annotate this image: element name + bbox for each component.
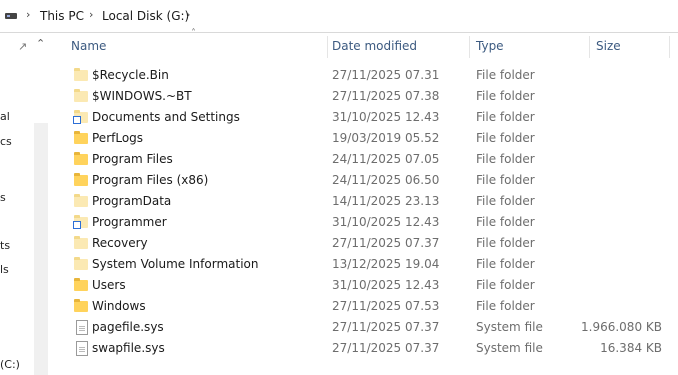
system-file-icon (74, 320, 88, 335)
chevron-right-icon[interactable]: › (186, 8, 190, 21)
file-size: 16.384 KB (600, 341, 662, 355)
chevron-right-icon[interactable]: › (26, 8, 30, 21)
file-type: File folder (476, 110, 535, 124)
table-row[interactable]: Programmer 31/10/2025 12.43 File folder (66, 212, 678, 233)
file-type: File folder (476, 89, 535, 103)
folder-pale-icon (74, 236, 88, 250)
nav-item-drive-c[interactable]: (C:) (0, 358, 20, 371)
file-type: File folder (476, 215, 535, 229)
column-header-date[interactable]: Date modified (328, 33, 468, 59)
date-modified: 27/11/2025 07.37 (332, 320, 440, 334)
table-row[interactable]: Users 31/10/2025 12.43 File folder (66, 275, 678, 296)
column-header-type[interactable]: Type (470, 33, 588, 59)
column-label: Date modified (332, 39, 418, 53)
file-name: Program Files (92, 152, 173, 166)
date-modified: 31/10/2025 12.43 (332, 278, 440, 292)
folder-icon (74, 278, 88, 292)
breadcrumb-local-disk[interactable]: Local Disk (G:) (102, 9, 189, 23)
file-type: File folder (476, 152, 535, 166)
date-modified: 13/12/2025 19.04 (332, 257, 440, 271)
file-type: File folder (476, 131, 535, 145)
table-row[interactable]: System Volume Information 13/12/2025 19.0… (66, 254, 678, 275)
folder-icon (74, 131, 88, 145)
nav-item-fragment[interactable]: ts (0, 239, 10, 252)
column-label: Size (596, 39, 621, 53)
file-type: System file (476, 341, 543, 355)
column-label: Name (71, 39, 107, 53)
file-type: System file (476, 320, 543, 334)
date-modified: 31/10/2025 12.43 (332, 110, 440, 124)
file-name: Users (92, 278, 126, 292)
date-modified: 19/03/2019 05.52 (332, 131, 440, 145)
date-modified: 27/11/2025 07.53 (332, 299, 440, 313)
system-file-icon (74, 341, 88, 356)
file-type: File folder (476, 194, 535, 208)
file-name: ProgramData (92, 194, 172, 208)
date-modified: 24/11/2025 06.50 (332, 173, 440, 187)
nav-item-fragment[interactable]: cs (0, 135, 12, 148)
column-divider[interactable] (669, 36, 670, 58)
folder-shortcut-icon (73, 215, 88, 229)
file-type: File folder (476, 173, 535, 187)
date-modified: 27/11/2025 07.37 (332, 236, 440, 250)
column-header-size[interactable]: Size (590, 33, 670, 59)
navigation-pane: ↗ ⌃ al cs s ts ls (C:) (0, 33, 50, 375)
file-type: File folder (476, 68, 535, 82)
file-name: System Volume Information (92, 257, 259, 271)
folder-pale-icon (74, 68, 88, 82)
folder-pale-icon (74, 257, 88, 271)
table-row[interactable]: $WINDOWS.~BT 27/11/2025 07.38 File folder (66, 86, 678, 107)
date-modified: 27/11/2025 07.37 (332, 341, 440, 355)
nav-item-fragment[interactable]: al (0, 110, 10, 123)
address-bar[interactable]: › This PC › Local Disk (G:) › (0, 0, 678, 33)
table-row[interactable]: Program Files 24/11/2025 07.05 File folder (66, 149, 678, 170)
table-row[interactable]: swapfile.sys 27/11/2025 07.37 System file 1… (66, 338, 678, 359)
file-name: $WINDOWS.~BT (92, 89, 192, 103)
pin-icon[interactable]: ↗ (18, 40, 27, 53)
file-name: Programmer (92, 215, 167, 229)
folder-shortcut-icon (73, 110, 88, 124)
date-modified: 27/11/2025 07.31 (332, 68, 440, 82)
column-header-name[interactable]: Name (66, 33, 326, 59)
column-label: Type (476, 39, 504, 53)
file-type: File folder (476, 236, 535, 250)
chevron-right-icon[interactable]: › (89, 8, 93, 21)
date-modified: 14/11/2025 23.13 (332, 194, 440, 208)
file-name: Program Files (x86) (92, 173, 209, 187)
file-name: swapfile.sys (92, 341, 165, 355)
table-row[interactable]: $Recycle.Bin 27/11/2025 07.31 File folder (66, 65, 678, 86)
file-name: $Recycle.Bin (92, 68, 169, 82)
date-modified: 31/10/2025 12.43 (332, 215, 440, 229)
file-name: PerfLogs (92, 131, 144, 145)
folder-icon (74, 299, 88, 313)
table-row[interactable]: Recovery 27/11/2025 07.37 File folder (66, 233, 678, 254)
file-type: File folder (476, 299, 535, 313)
file-size: 1.966.080 KB (581, 320, 662, 334)
date-modified: 24/11/2025 07.05 (332, 152, 440, 166)
file-name: Documents and Settings (92, 110, 240, 124)
table-row[interactable]: PerfLogs 19/03/2019 05.52 File folder (66, 128, 678, 149)
table-row[interactable]: ProgramData 14/11/2025 23.13 File folder (66, 191, 678, 212)
folder-pale-icon (74, 89, 88, 103)
file-name: pagefile.sys (92, 320, 164, 334)
folder-pale-icon (74, 194, 88, 208)
file-type: File folder (476, 278, 535, 292)
table-row[interactable]: Documents and Settings 31/10/2025 12.43 Fi… (66, 107, 678, 128)
date-modified: 27/11/2025 07.38 (332, 89, 440, 103)
folder-icon (74, 173, 88, 187)
nav-item-fragment[interactable]: s (0, 191, 6, 204)
file-name: Windows (92, 299, 146, 313)
nav-item-fragment[interactable]: ls (0, 263, 9, 276)
nav-scrollbar[interactable] (34, 123, 48, 375)
table-row[interactable]: pagefile.sys 27/11/2025 07.37 System file 1… (66, 317, 678, 338)
breadcrumb-this-pc[interactable]: This PC (40, 9, 84, 23)
file-type: File folder (476, 257, 535, 271)
table-row[interactable]: Program Files (x86) 24/11/2025 06.50 File … (66, 170, 678, 191)
drive-icon (5, 13, 17, 19)
table-row[interactable]: Windows 27/11/2025 07.53 File folder (66, 296, 678, 317)
file-name: Recovery (92, 236, 148, 250)
scroll-up-icon[interactable]: ⌃ (36, 37, 45, 50)
folder-icon (74, 152, 88, 166)
